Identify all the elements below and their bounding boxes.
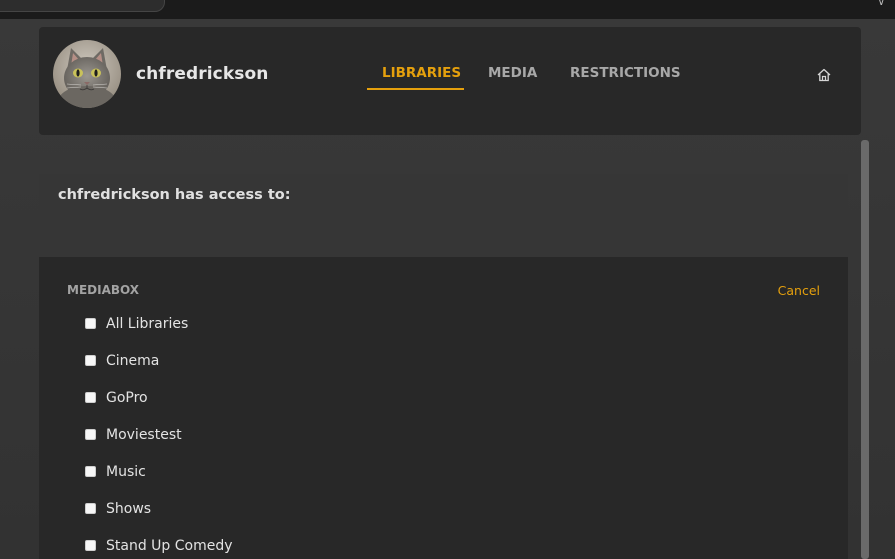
library-checkbox[interactable]: [85, 466, 96, 477]
library-checkbox[interactable]: [85, 355, 96, 366]
library-label: Cinema: [106, 353, 160, 369]
home-icon[interactable]: [816, 67, 832, 83]
active-tab-underline: [367, 88, 464, 90]
server-name-label: MEDIABOX: [67, 283, 140, 297]
library-item-music[interactable]: Music: [85, 464, 385, 484]
library-item-all-libraries[interactable]: All Libraries: [85, 316, 385, 336]
library-checkbox[interactable]: [85, 429, 96, 440]
cancel-button[interactable]: Cancel: [778, 283, 820, 298]
library-label: All Libraries: [106, 316, 189, 332]
user-profile-header: chfredrickson LIBRARIES MEDIA RESTRICTIO…: [39, 27, 861, 135]
page-scrollbar[interactable]: [861, 140, 869, 559]
username-label: chfredrickson: [136, 64, 269, 84]
library-selection-panel: MEDIABOX Cancel All Libraries Cinema GoP…: [39, 257, 848, 559]
library-label: GoPro: [106, 390, 148, 406]
library-item-shows[interactable]: Shows: [85, 501, 385, 521]
library-item-cinema[interactable]: Cinema: [85, 353, 385, 373]
library-checkbox[interactable]: [85, 540, 96, 551]
top-navigation-bar: ∨: [0, 0, 895, 19]
library-label: Moviestest: [106, 427, 182, 443]
library-item-gopro[interactable]: GoPro: [85, 390, 385, 410]
tab-media[interactable]: MEDIA: [488, 65, 537, 81]
library-checkbox[interactable]: [85, 318, 96, 329]
tab-libraries[interactable]: LIBRARIES: [382, 65, 461, 81]
topbar-search-field[interactable]: [0, 0, 165, 12]
tab-restrictions[interactable]: RESTRICTIONS: [570, 65, 681, 81]
library-checkbox[interactable]: [85, 503, 96, 514]
chevron-down-icon[interactable]: ∨: [878, 0, 885, 8]
cat-avatar-image: [53, 40, 121, 108]
library-item-stand-up-comedy[interactable]: Stand Up Comedy: [85, 538, 385, 558]
library-item-moviestest[interactable]: Moviestest: [85, 427, 385, 447]
avatar: [53, 40, 121, 108]
library-label: Shows: [106, 501, 152, 517]
library-checkbox[interactable]: [85, 392, 96, 403]
library-label: Music: [106, 464, 146, 480]
access-heading: chfredrickson has access to:: [58, 187, 291, 203]
library-label: Stand Up Comedy: [106, 538, 233, 554]
access-summary-panel: chfredrickson has access to:: [39, 174, 848, 218]
